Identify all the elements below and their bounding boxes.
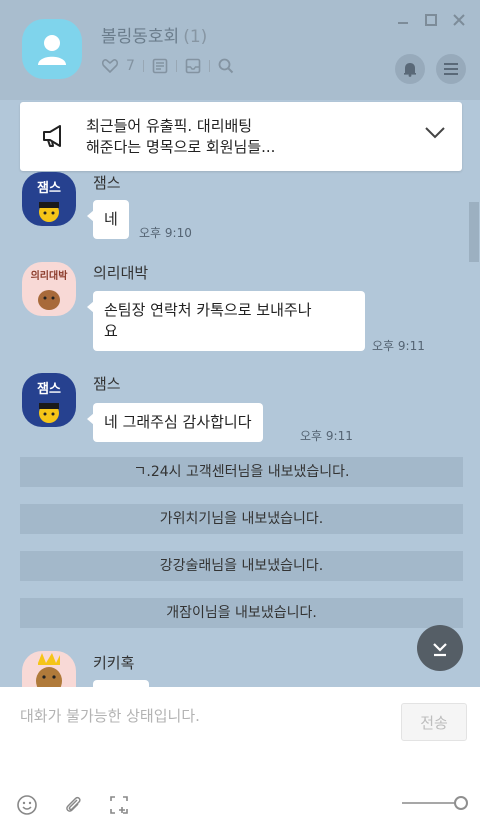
message-line: 요 [104, 322, 118, 340]
scrollbar-thumb[interactable] [469, 202, 479, 262]
sender-name: 키키혹 [93, 654, 135, 672]
system-message: ㄱ.24시 고객센터님을 내보냈습니다. [20, 457, 463, 487]
avatar-character-icon: 의리대박 [31, 269, 69, 310]
avatar-character-icon: 잼스 [37, 180, 61, 222]
window-controls [396, 12, 466, 26]
opacity-slider[interactable] [402, 796, 468, 810]
divider [175, 60, 177, 72]
attachment-icon[interactable] [60, 792, 86, 818]
avatar[interactable] [22, 651, 76, 687]
notice-text: 최근들어 유출픽. 대리배팅 해준다는 명목으로 회원님들... [86, 116, 406, 158]
message-line: 손팀장 연락처 카톡으로 보내주나 [104, 301, 312, 319]
screenshot-capture-icon[interactable] [106, 792, 132, 818]
bell-icon [404, 63, 416, 77]
close-icon[interactable] [452, 12, 466, 26]
send-button[interactable]: 전송 [401, 703, 467, 741]
heart-icon[interactable] [102, 59, 118, 73]
sender-name: 잼스 [93, 174, 121, 192]
message-time: 오후 9:10 [139, 226, 192, 240]
input-toolbar [14, 792, 132, 818]
message-time: 오후 9:11 [300, 429, 353, 443]
room-title: 볼링동호회 (1) [101, 22, 207, 47]
minimize-icon[interactable] [396, 12, 410, 26]
slider-knob[interactable] [454, 796, 468, 810]
chat-header: 볼링동호회 (1) 7 [0, 0, 480, 100]
emoticon-icon[interactable] [14, 792, 40, 818]
message-bubble[interactable]: 네 그래주심 감사합니다 [87, 403, 263, 442]
megaphone-icon [43, 125, 61, 147]
system-message: 개잠이님을 내보냈습니다. [20, 598, 463, 628]
svg-text:잼스: 잼스 [37, 381, 61, 397]
divider [208, 60, 210, 72]
like-count: 7 [126, 58, 135, 74]
search-icon[interactable] [218, 58, 234, 74]
message-bubble[interactable]: 손팀장 연락처 카톡으로 보내주나 요 [87, 291, 365, 351]
system-message: 강강술래님을 내보냈습니다. [20, 551, 463, 581]
avatar[interactable]: 잼스 [22, 373, 76, 427]
avatar-character-icon [36, 653, 62, 687]
message-input[interactable]: 대화가 불가능한 상태입니다. [20, 705, 200, 726]
notification-bell-button[interactable] [395, 54, 425, 84]
notice-line: 최근들어 유출픽. 대리배팅 [86, 117, 253, 135]
notes-icon[interactable] [152, 58, 168, 74]
notice-line: 해준다는 명목으로 회원님들... [86, 138, 276, 156]
menu-button[interactable] [436, 54, 466, 84]
system-message: 가위치기님을 내보냈습니다. [20, 504, 463, 534]
svg-text:의리대박: 의리대박 [31, 269, 69, 282]
sender-name: 잼스 [93, 375, 121, 393]
avatar-character-icon: 잼스 [37, 381, 61, 423]
album-icon[interactable] [185, 58, 201, 74]
person-icon [38, 35, 66, 65]
avatar[interactable]: 의리대박 [22, 262, 76, 316]
hamburger-icon [444, 63, 458, 75]
chevron-down-icon[interactable] [424, 126, 446, 140]
avatar[interactable]: 잼스 [22, 172, 76, 226]
message-time: 오후 9:11 [372, 339, 425, 353]
room-meta: 7 [102, 58, 234, 74]
scroll-to-bottom-button[interactable] [417, 625, 463, 671]
maximize-icon[interactable] [424, 12, 438, 26]
arrow-down-icon [433, 643, 447, 657]
member-count: (1) [183, 27, 208, 47]
divider [142, 60, 144, 72]
sender-name: 의리대박 [93, 264, 149, 282]
message-bubble[interactable] [93, 680, 149, 687]
slider-track [402, 802, 458, 804]
notice-banner[interactable]: 최근들어 유출픽. 대리배팅 해준다는 명목으로 회원님들... [20, 102, 462, 171]
room-name: 볼링동호회 [101, 27, 180, 47]
message-bubble[interactable]: 네 [87, 200, 129, 239]
room-avatar[interactable] [22, 19, 82, 79]
svg-text:잼스: 잼스 [37, 180, 61, 196]
